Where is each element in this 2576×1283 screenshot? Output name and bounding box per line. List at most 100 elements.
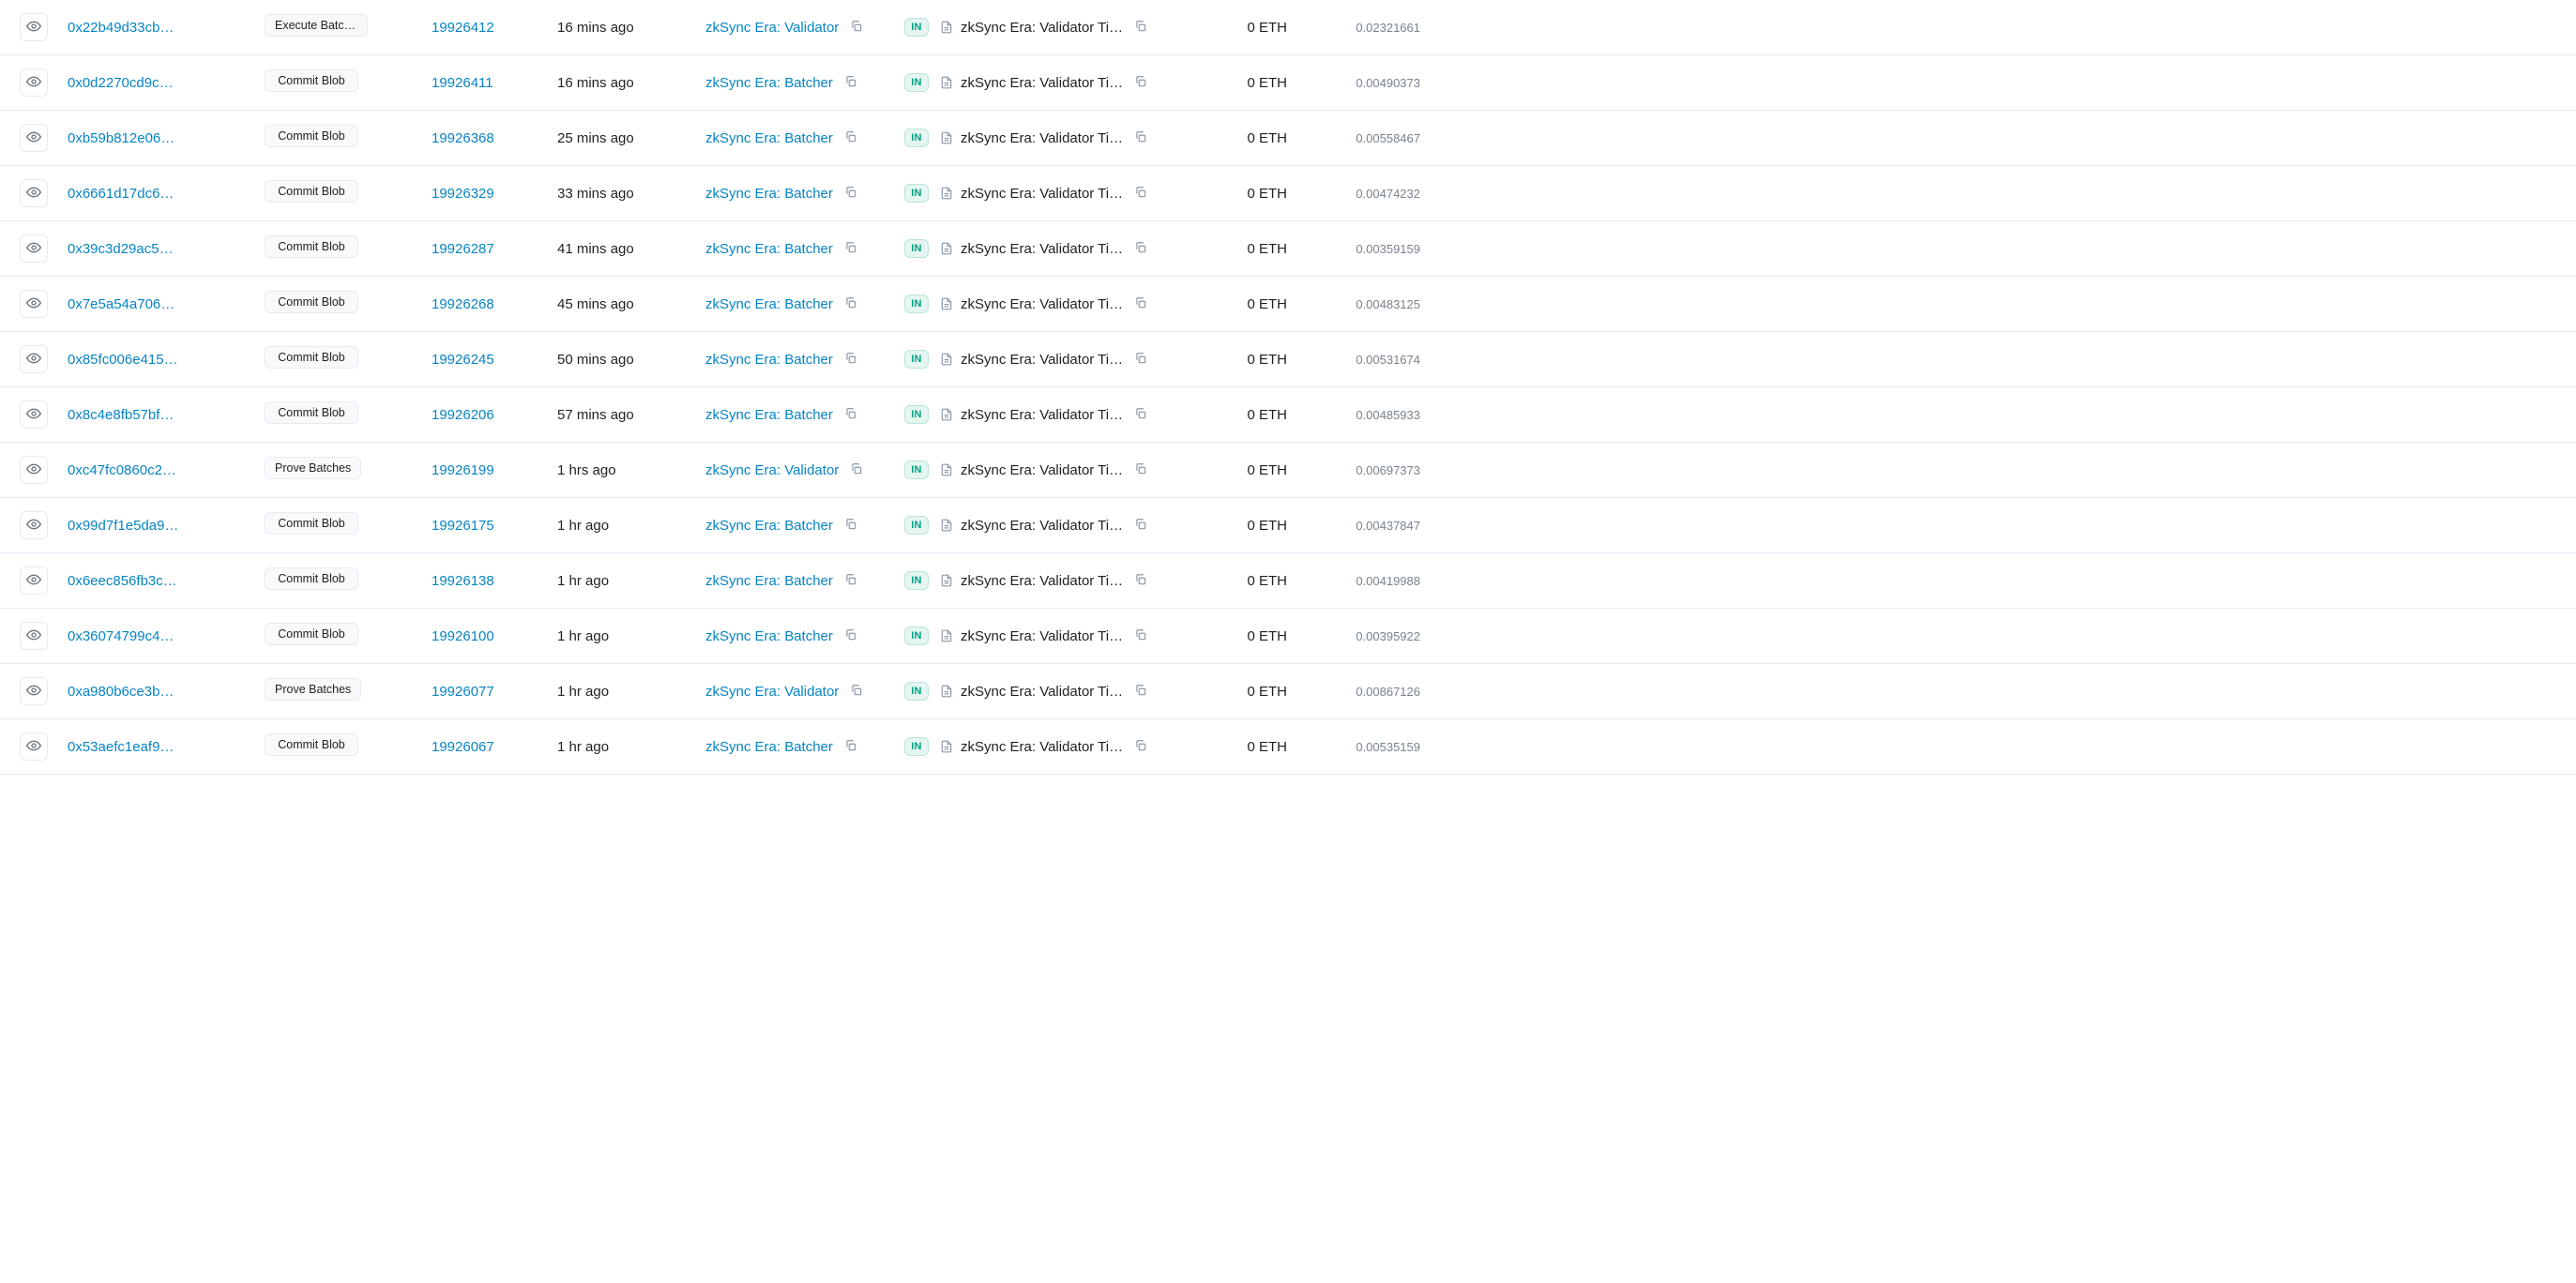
preview-button[interactable]: [20, 622, 48, 650]
preview-button[interactable]: [20, 732, 48, 761]
copy-from-button[interactable]: [846, 17, 867, 38]
copy-to-button[interactable]: [1130, 460, 1151, 480]
copy-from-button[interactable]: [841, 404, 861, 425]
copy-to-button[interactable]: [1130, 570, 1151, 591]
copy-to-button[interactable]: [1130, 736, 1151, 757]
copy-to-button[interactable]: [1130, 294, 1151, 314]
preview-button[interactable]: [20, 68, 48, 97]
copy-from-button[interactable]: [841, 72, 861, 93]
block-link[interactable]: 19926411: [432, 75, 493, 91]
block-link[interactable]: 19926175: [432, 518, 494, 534]
from-link[interactable]: zkSync Era: Batcher: [705, 739, 833, 755]
tx-hash-link[interactable]: 0x99d7f1e5da9…: [68, 518, 178, 534]
preview-button[interactable]: [20, 234, 48, 263]
method-pill[interactable]: Prove Batches: [265, 457, 361, 479]
block-link[interactable]: 19926245: [432, 352, 494, 368]
copy-to-button[interactable]: [1130, 681, 1151, 702]
copy-from-button[interactable]: [841, 294, 861, 314]
method-pill[interactable]: Commit Blob: [265, 180, 358, 203]
copy-from-button[interactable]: [841, 238, 861, 259]
copy-to-button[interactable]: [1130, 238, 1151, 259]
copy-to-button[interactable]: [1130, 183, 1151, 204]
tx-hash-link[interactable]: 0x0d2270cd9c…: [68, 75, 174, 91]
method-pill[interactable]: Commit Blob: [265, 401, 358, 424]
tx-hash-link[interactable]: 0x53aefc1eaf9…: [68, 739, 174, 755]
block-link[interactable]: 19926067: [432, 739, 494, 755]
from-link[interactable]: zkSync Era: Batcher: [705, 628, 833, 644]
method-pill[interactable]: Execute Batch…: [265, 14, 368, 37]
method-pill[interactable]: Commit Blob: [265, 346, 358, 369]
from-link[interactable]: zkSync Era: Batcher: [705, 352, 833, 368]
copy-to-button[interactable]: [1130, 626, 1151, 646]
copy-from-button[interactable]: [841, 183, 861, 204]
tx-hash-link[interactable]: 0x22b49d33cb…: [68, 20, 174, 36]
copy-to-button[interactable]: [1130, 349, 1151, 370]
copy-to-button[interactable]: [1130, 72, 1151, 93]
block-link[interactable]: 19926206: [432, 407, 494, 423]
tx-hash-link[interactable]: 0x7e5a54a706…: [68, 296, 174, 312]
copy-from-button[interactable]: [841, 128, 861, 148]
copy-to-button[interactable]: [1130, 515, 1151, 536]
tx-hash-link[interactable]: 0x36074799c4…: [68, 628, 174, 644]
from-link[interactable]: zkSync Era: Validator: [705, 20, 839, 36]
copy-from-button[interactable]: [841, 515, 861, 536]
preview-button[interactable]: [20, 566, 48, 595]
from-link[interactable]: zkSync Era: Batcher: [705, 241, 833, 257]
tx-hash-link[interactable]: 0xc47fc0860c2…: [68, 462, 176, 478]
block-link[interactable]: 19926138: [432, 573, 494, 589]
preview-button[interactable]: [20, 456, 48, 484]
method-pill[interactable]: Commit Blob: [265, 69, 358, 92]
block-link[interactable]: 19926199: [432, 462, 494, 478]
copy-to-button[interactable]: [1130, 128, 1151, 148]
method-pill[interactable]: Commit Blob: [265, 623, 358, 645]
from-link[interactable]: zkSync Era: Validator: [705, 462, 839, 478]
from-link[interactable]: zkSync Era: Batcher: [705, 407, 833, 423]
from-link[interactable]: zkSync Era: Batcher: [705, 75, 833, 91]
copy-to-button[interactable]: [1130, 17, 1151, 38]
preview-button[interactable]: [20, 345, 48, 373]
block-link[interactable]: 19926368: [432, 130, 494, 146]
copy-from-button[interactable]: [841, 626, 861, 646]
block-link[interactable]: 19926329: [432, 186, 494, 202]
tx-hash-link[interactable]: 0x8c4e8fb57bf…: [68, 407, 174, 423]
copy-from-button[interactable]: [846, 460, 867, 480]
block-link[interactable]: 19926287: [432, 241, 494, 257]
block-link[interactable]: 19926268: [432, 296, 494, 312]
tx-hash-link[interactable]: 0x6661d17dc6…: [68, 186, 174, 202]
value-text: 0 ETH: [1165, 352, 1306, 368]
block-link[interactable]: 19926077: [432, 684, 494, 700]
copy-from-button[interactable]: [841, 570, 861, 591]
preview-button[interactable]: [20, 677, 48, 705]
copy-from-button[interactable]: [846, 681, 867, 702]
block-link[interactable]: 19926100: [432, 628, 494, 644]
from-link[interactable]: zkSync Era: Batcher: [705, 296, 833, 312]
preview-button[interactable]: [20, 400, 48, 429]
method-pill[interactable]: Commit Blob: [265, 125, 358, 147]
copy-from-button[interactable]: [841, 736, 861, 757]
from-link[interactable]: zkSync Era: Batcher: [705, 186, 833, 202]
tx-hash-link[interactable]: 0xa980b6ce3b…: [68, 684, 174, 700]
block-link[interactable]: 19926412: [432, 20, 494, 36]
preview-button[interactable]: [20, 511, 48, 539]
method-pill[interactable]: Commit Blob: [265, 512, 358, 535]
method-pill[interactable]: Prove Batches: [265, 678, 361, 701]
method-pill[interactable]: Commit Blob: [265, 567, 358, 590]
tx-hash-link[interactable]: 0x85fc006e415…: [68, 352, 178, 368]
tx-hash-link[interactable]: 0xb59b812e06…: [68, 130, 174, 146]
method-pill[interactable]: Commit Blob: [265, 733, 358, 756]
preview-button[interactable]: [20, 179, 48, 207]
from-link[interactable]: zkSync Era: Batcher: [705, 573, 833, 589]
copy-to-button[interactable]: [1130, 404, 1151, 425]
copy-from-button[interactable]: [841, 349, 861, 370]
method-pill[interactable]: Commit Blob: [265, 291, 358, 313]
from-link[interactable]: zkSync Era: Validator: [705, 684, 839, 700]
preview-button[interactable]: [20, 124, 48, 152]
eye-icon: [26, 74, 41, 92]
from-link[interactable]: zkSync Era: Batcher: [705, 130, 833, 146]
preview-button[interactable]: [20, 290, 48, 318]
preview-button[interactable]: [20, 13, 48, 41]
method-pill[interactable]: Commit Blob: [265, 235, 358, 258]
from-link[interactable]: zkSync Era: Batcher: [705, 518, 833, 534]
tx-hash-link[interactable]: 0x6eec856fb3c…: [68, 573, 177, 589]
tx-hash-link[interactable]: 0x39c3d29ac5…: [68, 241, 174, 257]
